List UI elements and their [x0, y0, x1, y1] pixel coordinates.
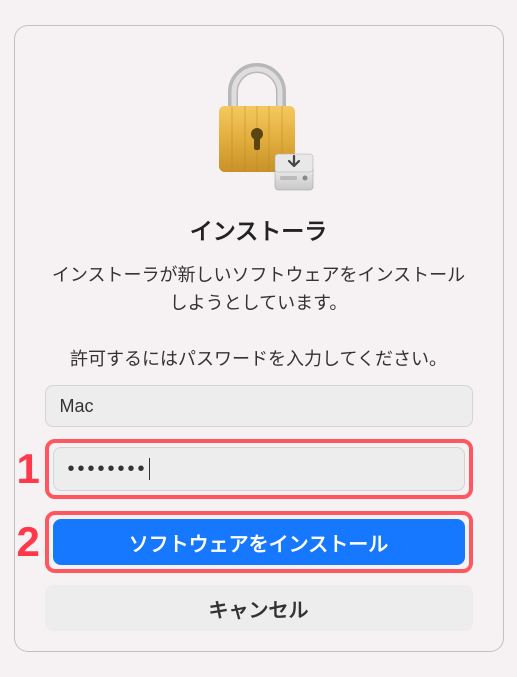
- cancel-row: キャンセル: [45, 585, 473, 631]
- text-cursor: [149, 458, 150, 480]
- dialog-instruction: 許可するにはパスワードを入力してください。: [45, 345, 473, 371]
- password-mask: ••••••••: [68, 459, 148, 479]
- install-button[interactable]: ソフトウェアをインストール: [53, 519, 465, 565]
- username-input[interactable]: [45, 385, 473, 427]
- annotation-2: 2: [17, 521, 40, 563]
- annotation-1: 1: [17, 448, 40, 490]
- dialog-subtitle: インストーラが新しいソフトウェアをインストールしようとしています。: [45, 262, 473, 318]
- dialog-icon-wrap: [45, 54, 473, 194]
- username-field-wrap: [45, 385, 473, 427]
- lock-installer-icon: [199, 54, 319, 194]
- auth-dialog: インストーラ インストーラが新しいソフトウェアをインストールしようとしています。…: [14, 25, 504, 653]
- password-input[interactable]: ••••••••: [53, 447, 465, 491]
- install-highlight: 2 ソフトウェアをインストール: [45, 511, 473, 573]
- cancel-button[interactable]: キャンセル: [45, 585, 473, 631]
- password-highlight: 1 ••••••••: [45, 439, 473, 499]
- dialog-title: インストーラ: [45, 212, 473, 246]
